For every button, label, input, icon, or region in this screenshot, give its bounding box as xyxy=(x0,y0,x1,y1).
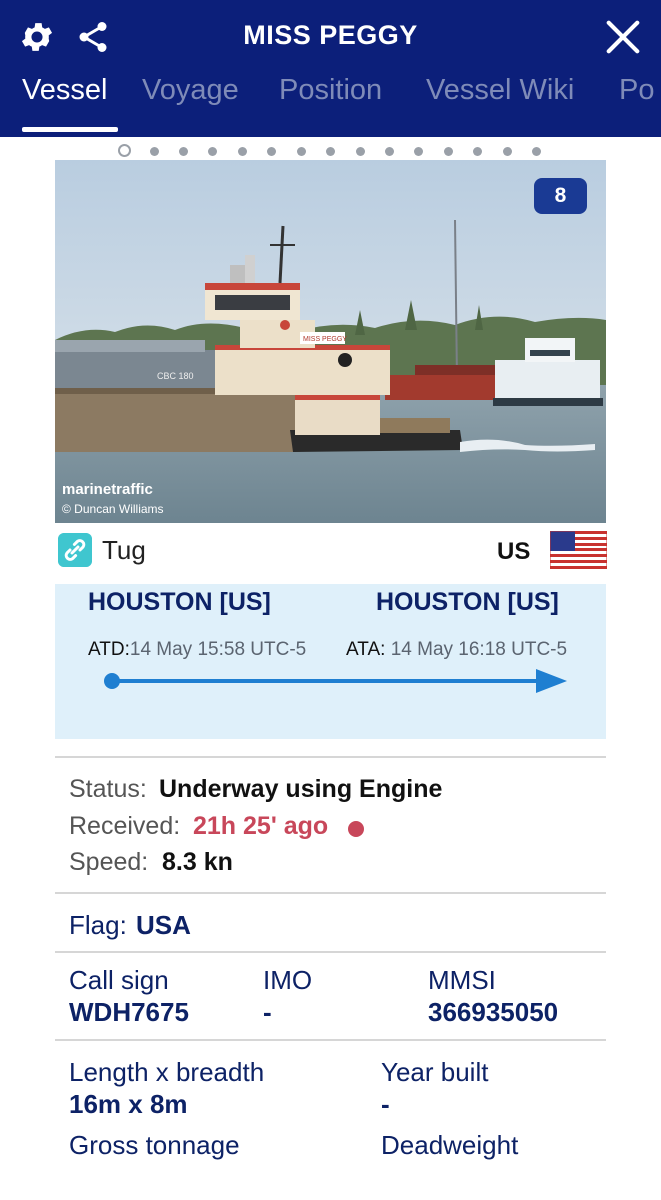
flag-label: Flag: xyxy=(69,910,127,940)
status-label: Status: xyxy=(69,775,147,803)
tab-bar: Vessel Voyage Position Vessel Wiki Po xyxy=(0,74,661,124)
ata-label: ATA: xyxy=(346,639,386,660)
atd-label: ATD: xyxy=(88,639,130,660)
ata-value: 14 May 16:18 UTC-5 xyxy=(390,639,568,660)
svg-text:CBC 180: CBC 180 xyxy=(157,371,194,381)
page-dot[interactable] xyxy=(385,147,394,156)
received-label: Received: xyxy=(69,812,181,840)
arrival-port: HOUSTON [US] xyxy=(376,588,559,616)
svg-text:MISS PEGGY: MISS PEGGY xyxy=(303,336,347,343)
page-dot[interactable] xyxy=(118,144,131,157)
mmsi-value: 366935050 xyxy=(428,997,559,1027)
gross-tonnage-label: Gross tonnage xyxy=(69,1130,240,1160)
link-icon xyxy=(58,533,92,567)
page-dot[interactable] xyxy=(356,147,365,156)
page-dot[interactable] xyxy=(473,147,482,156)
page-dot[interactable] xyxy=(267,147,276,156)
stale-status-dot xyxy=(348,821,364,837)
tugboat-photo-image: CBC 180 MISS PEGGY xyxy=(55,160,606,523)
page-dot[interactable] xyxy=(326,147,335,156)
year-built-label: Year built xyxy=(381,1057,489,1087)
page-dot[interactable] xyxy=(444,147,453,156)
divider xyxy=(55,892,606,894)
page-dot[interactable] xyxy=(414,147,423,156)
status-value: Underway using Engine xyxy=(159,775,443,803)
vessel-type: Tug xyxy=(102,535,146,565)
photo-count-badge[interactable]: 8 xyxy=(534,178,587,214)
vessel-type-row: Tug US xyxy=(55,530,607,570)
divider xyxy=(55,756,606,758)
vessel-photo[interactable]: CBC 180 MISS PEGGY 8 marinetraffic © Dun… xyxy=(55,160,606,523)
page-dot[interactable] xyxy=(503,147,512,156)
country-code: US xyxy=(497,538,531,565)
imo-label: IMO xyxy=(263,965,313,995)
tab-vessel[interactable]: Vessel xyxy=(22,74,107,107)
mmsi-label: MMSI xyxy=(428,965,496,995)
speed-label: Speed: xyxy=(69,848,149,876)
deadweight-label: Deadweight xyxy=(381,1130,519,1160)
tab-voyage[interactable]: Voyage xyxy=(142,74,239,107)
speed-value: 8.3 kn xyxy=(162,848,233,876)
imo-value: - xyxy=(263,997,272,1027)
length-breadth-label: Length x breadth xyxy=(69,1057,265,1087)
divider xyxy=(55,1039,606,1041)
received-value: 21h 25' ago xyxy=(193,812,329,840)
watermark-brand: marinetraffic xyxy=(62,481,153,498)
gallery-page-indicator xyxy=(0,143,661,159)
route-progress-arrow xyxy=(104,669,567,693)
atd-value: 14 May 15:58 UTC-5 xyxy=(129,639,307,660)
voyage-route-panel[interactable]: HOUSTON [US] HOUSTON [US] ATD:14 May 15:… xyxy=(55,584,606,739)
us-flag-icon xyxy=(550,531,607,569)
page-dot[interactable] xyxy=(179,147,188,156)
tab-more[interactable]: Po xyxy=(619,74,654,107)
page-dot[interactable] xyxy=(238,147,247,156)
page-dot[interactable] xyxy=(297,147,306,156)
call-sign-value: WDH7675 xyxy=(69,997,189,1027)
page-dot[interactable] xyxy=(150,147,159,156)
atd-time: ATD:14 May 15:58 UTC-5 xyxy=(88,639,306,661)
year-built-value: - xyxy=(381,1089,390,1119)
page-dot[interactable] xyxy=(532,147,541,156)
photo-credit: © Duncan Williams xyxy=(62,502,164,516)
vessel-name-title: MISS PEGGY xyxy=(243,20,418,50)
length-breadth-value: 16m x 8m xyxy=(69,1089,188,1119)
active-tab-indicator xyxy=(22,127,118,132)
app-header: MISS PEGGY Vessel Voyage Position Vessel… xyxy=(0,0,661,137)
close-icon[interactable] xyxy=(604,18,642,56)
page-dot[interactable] xyxy=(208,147,217,156)
call-sign-label: Call sign xyxy=(69,965,169,995)
ata-time: ATA: 14 May 16:18 UTC-5 xyxy=(346,639,567,661)
tab-vessel-wiki[interactable]: Vessel Wiki xyxy=(426,74,574,107)
divider xyxy=(55,951,606,953)
departure-port: HOUSTON [US] xyxy=(88,588,271,616)
flag-value: USA xyxy=(136,910,191,940)
tab-position[interactable]: Position xyxy=(279,74,382,107)
